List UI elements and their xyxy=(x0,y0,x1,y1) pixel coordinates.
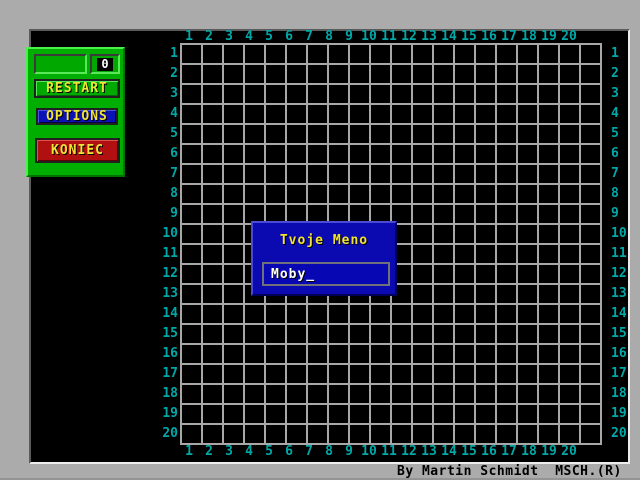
col-label: 5 xyxy=(265,29,273,44)
col-label: 16 xyxy=(481,29,497,44)
row-label: 9 xyxy=(611,206,619,221)
col-label: 15 xyxy=(461,444,477,459)
koniec-button[interactable]: KONIEC xyxy=(35,138,120,163)
row-label: 14 xyxy=(611,306,627,321)
row-label: 17 xyxy=(611,366,627,381)
row-label: 9 xyxy=(170,206,178,221)
options-button[interactable]: OPTIONS xyxy=(36,108,118,125)
row-label: 7 xyxy=(170,166,178,181)
col-label: 2 xyxy=(205,444,213,459)
col-label: 5 xyxy=(265,444,273,459)
col-label: 10 xyxy=(361,29,377,44)
row-label: 6 xyxy=(170,146,178,161)
row-label: 16 xyxy=(162,346,178,361)
dialog-title: Tvoje Meno xyxy=(279,233,369,248)
col-label: 20 xyxy=(561,29,577,44)
row-label: 2 xyxy=(611,66,619,81)
row-label: 19 xyxy=(162,406,178,421)
player-name-input[interactable] xyxy=(262,262,390,286)
col-label: 8 xyxy=(325,29,333,44)
col-label: 1 xyxy=(185,29,193,44)
row-label: 15 xyxy=(611,326,627,341)
row-label: 3 xyxy=(170,86,178,101)
restart-button[interactable]: RESTART xyxy=(34,79,120,98)
col-label: 18 xyxy=(521,444,537,459)
col-label: 12 xyxy=(401,444,417,459)
col-label: 10 xyxy=(361,444,377,459)
row-label: 14 xyxy=(162,306,178,321)
row-label: 15 xyxy=(162,326,178,341)
col-label: 19 xyxy=(541,29,557,44)
row-label: 4 xyxy=(170,106,178,121)
row-label: 19 xyxy=(611,406,627,421)
col-label: 18 xyxy=(521,29,537,44)
score-display: 0 xyxy=(90,54,120,74)
row-label: 1 xyxy=(611,46,619,61)
name-dialog: Tvoje Meno xyxy=(251,221,397,296)
game-window: 0 RESTART OPTIONS KONIEC 112233445566778… xyxy=(0,0,640,480)
col-label: 6 xyxy=(285,29,293,44)
col-label: 19 xyxy=(541,444,557,459)
col-label: 11 xyxy=(381,444,397,459)
col-label: 9 xyxy=(345,444,353,459)
row-label: 5 xyxy=(170,126,178,141)
col-label: 9 xyxy=(345,29,353,44)
row-label: 6 xyxy=(611,146,619,161)
col-label: 2 xyxy=(205,29,213,44)
row-label: 17 xyxy=(162,366,178,381)
row-label: 7 xyxy=(611,166,619,181)
row-label: 2 xyxy=(170,66,178,81)
author-credit: By Martin Schmidt MSCH.(R) xyxy=(397,464,622,479)
row-label: 20 xyxy=(611,426,627,441)
row-label: 10 xyxy=(611,226,627,241)
row-label: 13 xyxy=(162,286,178,301)
col-label: 1 xyxy=(185,444,193,459)
col-label: 4 xyxy=(245,444,253,459)
score-label-slot xyxy=(34,54,87,74)
row-label: 3 xyxy=(611,86,619,101)
col-label: 12 xyxy=(401,29,417,44)
col-label: 20 xyxy=(561,444,577,459)
col-label: 14 xyxy=(441,444,457,459)
row-label: 12 xyxy=(611,266,627,281)
score-value: 0 xyxy=(97,57,113,71)
col-label: 15 xyxy=(461,29,477,44)
col-label: 3 xyxy=(225,444,233,459)
row-label: 11 xyxy=(611,246,627,261)
row-label: 8 xyxy=(611,186,619,201)
col-label: 17 xyxy=(501,444,517,459)
row-label: 8 xyxy=(170,186,178,201)
col-label: 13 xyxy=(421,444,437,459)
col-label: 3 xyxy=(225,29,233,44)
col-label: 16 xyxy=(481,444,497,459)
col-label: 8 xyxy=(325,444,333,459)
col-label: 4 xyxy=(245,29,253,44)
col-label: 14 xyxy=(441,29,457,44)
row-label: 16 xyxy=(611,346,627,361)
row-label: 12 xyxy=(162,266,178,281)
row-label: 18 xyxy=(162,386,178,401)
row-label: 10 xyxy=(162,226,178,241)
row-label: 5 xyxy=(611,126,619,141)
row-label: 11 xyxy=(162,246,178,261)
row-label: 4 xyxy=(611,106,619,121)
col-label: 17 xyxy=(501,29,517,44)
col-label: 6 xyxy=(285,444,293,459)
col-label: 7 xyxy=(305,29,313,44)
row-label: 1 xyxy=(170,46,178,61)
control-panel: 0 RESTART OPTIONS KONIEC xyxy=(26,47,125,177)
row-label: 18 xyxy=(611,386,627,401)
col-label: 7 xyxy=(305,444,313,459)
row-label: 20 xyxy=(162,426,178,441)
col-label: 11 xyxy=(381,29,397,44)
col-label: 13 xyxy=(421,29,437,44)
row-label: 13 xyxy=(611,286,627,301)
